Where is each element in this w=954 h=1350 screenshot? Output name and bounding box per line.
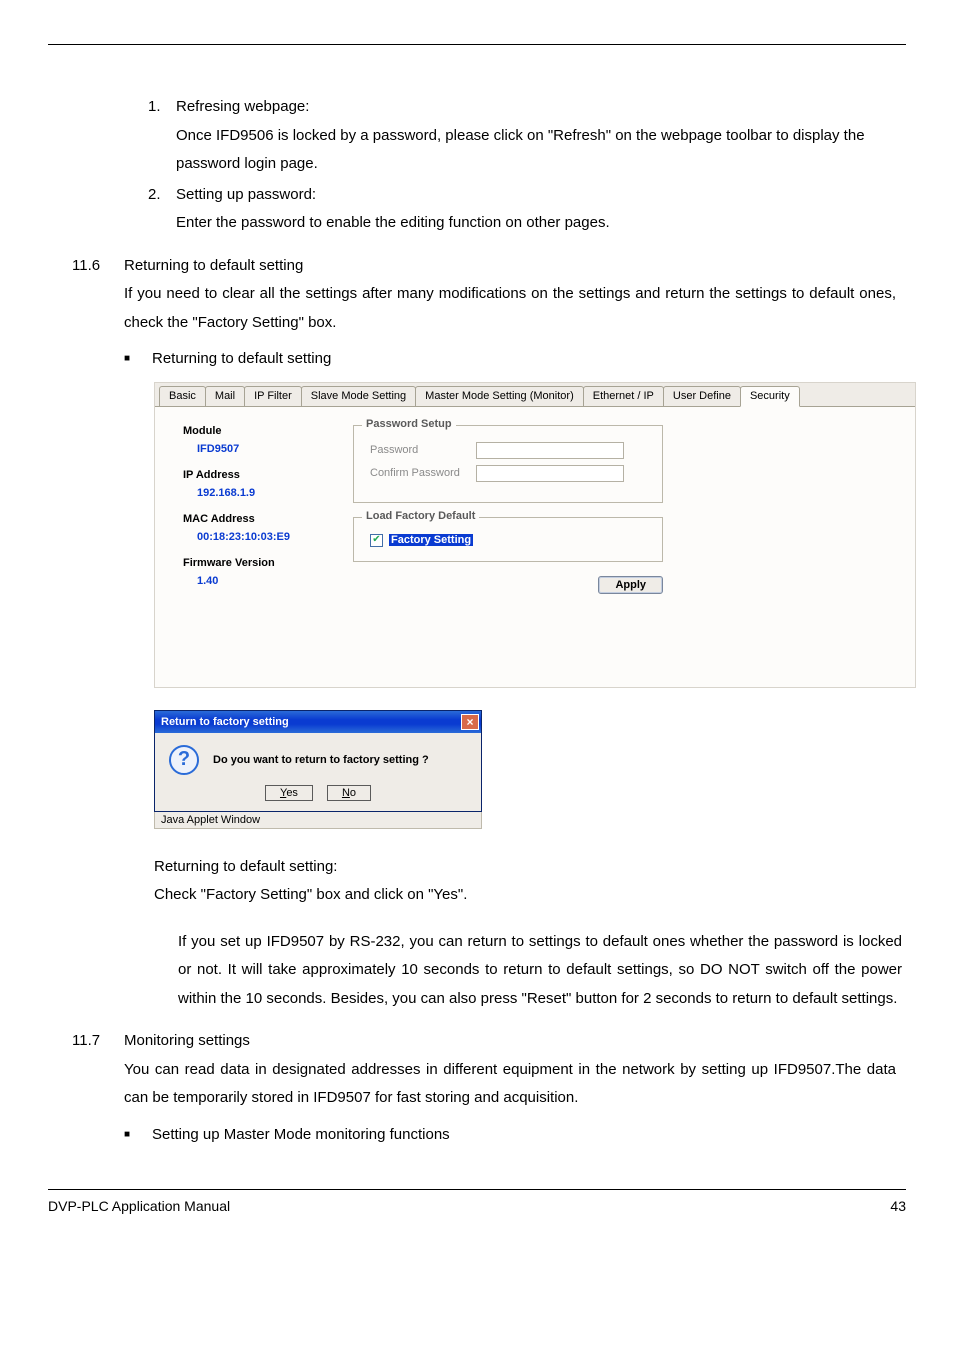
password-setup-legend: Password Setup [362, 418, 456, 430]
tab-ethernet-ip[interactable]: Ethernet / IP [583, 386, 664, 406]
top-rule [48, 44, 906, 45]
tab-security[interactable]: Security [740, 386, 800, 407]
list-num-1: 1. [148, 93, 176, 179]
dialog-titlebar: Return to factory setting × [155, 711, 481, 733]
dialog-message: Do you want to return to factory setting… [213, 754, 429, 766]
section-116-num: 11.6 [72, 252, 124, 281]
tab-mail[interactable]: Mail [205, 386, 245, 406]
tab-ip-filter[interactable]: IP Filter [244, 386, 302, 406]
tab-basic[interactable]: Basic [159, 386, 206, 406]
app-panel: Basic Mail IP Filter Slave Mode Setting … [154, 382, 916, 688]
list-title-1: Refresing webpage: [176, 93, 906, 122]
list-title-2: Setting up password: [176, 181, 906, 210]
password-input[interactable] [476, 442, 624, 459]
no-button[interactable]: No [327, 785, 371, 801]
tab-slave-mode[interactable]: Slave Mode Setting [301, 386, 416, 406]
after-fig-line1: Returning to default setting: [154, 853, 906, 882]
list-body-2: Enter the password to enable the editing… [176, 209, 906, 238]
confirm-password-label: Confirm Password [370, 467, 476, 479]
load-factory-default-fieldset: Load Factory Default ✔ Factory Setting [353, 517, 663, 562]
section-117-title: Monitoring settings [124, 1027, 906, 1056]
list-num-2: 2. [148, 181, 176, 238]
confirm-password-input[interactable] [476, 465, 624, 482]
tab-master-mode[interactable]: Master Mode Setting (Monitor) [415, 386, 584, 406]
section-116-title: Returning to default setting [124, 252, 906, 281]
ip-value: 192.168.1.9 [197, 487, 353, 499]
footer-page-num: 43 [890, 1198, 906, 1214]
bullet-116: Returning to default setting [152, 345, 331, 374]
after-fig-line2: Check "Factory Setting" box and click on… [154, 881, 906, 910]
section-117-body: You can read data in designated addresse… [124, 1056, 896, 1113]
module-value: IFD9507 [197, 443, 353, 455]
numbered-list: 1. Refresing webpage: Once IFD9506 is lo… [148, 93, 906, 238]
question-icon: ? [169, 745, 199, 775]
tab-user-define[interactable]: User Define [663, 386, 741, 406]
mac-value: 00:18:23:10:03:E9 [197, 531, 353, 543]
yes-button[interactable]: Yes [265, 785, 313, 801]
bullet-square-icon-2: ■ [124, 1121, 152, 1150]
load-factory-default-legend: Load Factory Default [362, 510, 479, 522]
fw-label: Firmware Version [183, 557, 353, 569]
close-icon[interactable]: × [461, 714, 479, 730]
bullet-square-icon: ■ [124, 345, 152, 374]
no-tail: o [350, 787, 356, 799]
factory-setting-label: Factory Setting [389, 534, 473, 546]
list-body-1: Once IFD9506 is locked by a password, pl… [176, 122, 906, 179]
yes-tail: es [286, 787, 298, 799]
device-info-column: Module IFD9507 IP Address 192.168.1.9 MA… [183, 425, 353, 663]
tabstrip: Basic Mail IP Filter Slave Mode Setting … [155, 383, 915, 407]
section-117-num: 11.7 [72, 1027, 124, 1056]
mac-label: MAC Address [183, 513, 353, 525]
password-setup-fieldset: Password Setup Password Confirm Password [353, 425, 663, 503]
fw-value: 1.40 [197, 575, 353, 587]
password-label: Password [370, 444, 476, 456]
apply-button[interactable]: Apply [598, 576, 663, 594]
after-fig-deep: If you set up IFD9507 by RS-232, you can… [178, 928, 902, 1014]
section-116-body: If you need to clear all the settings af… [124, 280, 896, 337]
module-label: Module [183, 425, 353, 437]
dialog-statusbar: Java Applet Window [154, 812, 482, 829]
bullet-117: Setting up Master Mode monitoring functi… [152, 1121, 450, 1150]
dialog-title-text: Return to factory setting [161, 716, 289, 728]
security-tab-body: Module IFD9507 IP Address 192.168.1.9 MA… [155, 407, 915, 687]
ip-label: IP Address [183, 469, 353, 481]
footer-left: DVP-PLC Application Manual [48, 1198, 230, 1214]
factory-setting-checkbox[interactable]: ✔ [370, 534, 383, 547]
return-to-factory-dialog: Return to factory setting × ? Do you wan… [154, 710, 482, 812]
